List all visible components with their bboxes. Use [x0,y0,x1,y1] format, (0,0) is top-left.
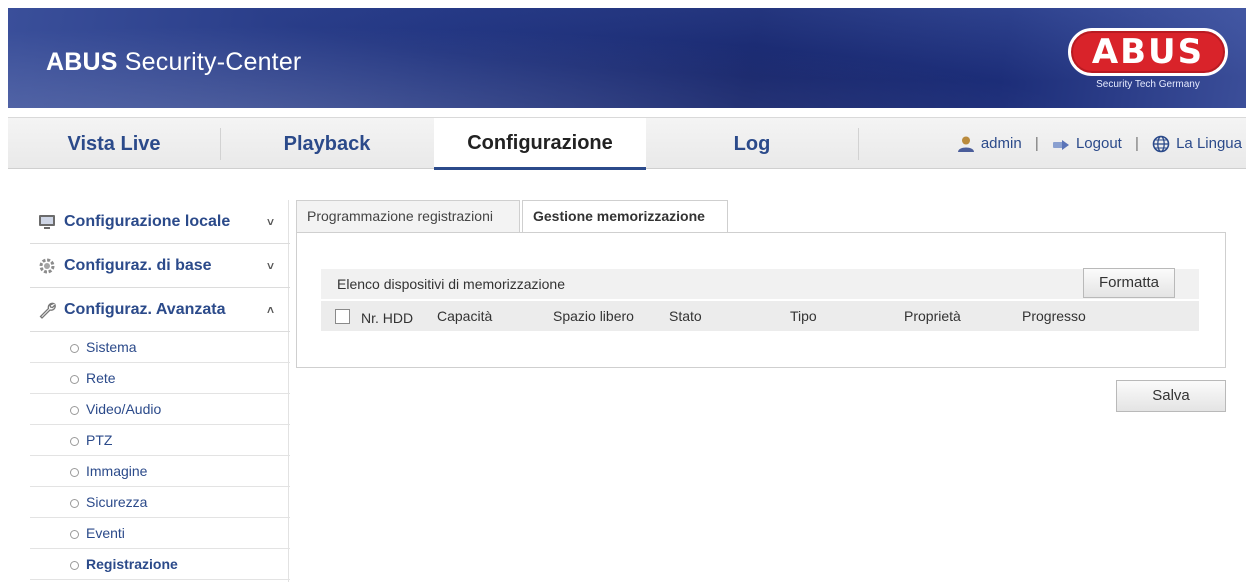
sidebar-item-video-audio[interactable]: Video/Audio [30,394,290,425]
user-link[interactable]: admin [957,118,1022,170]
tab-programmazione-registrazioni[interactable]: Programmazione registrazioni [296,200,520,233]
column-header-stato: Stato [669,308,702,324]
tab-log[interactable]: Log [646,118,858,170]
storage-list-title: Elenco dispositivi di memorizzazione [337,276,565,292]
logout-link[interactable]: Logout [1052,118,1122,170]
sidebar-item-immagine[interactable]: Immagine [30,456,290,487]
logout-label: Logout [1075,135,1122,153]
separator: | [1135,135,1139,153]
app-title-brand: ABUS [46,48,118,76]
column-header-spazio-libero: Spazio libero [553,308,634,324]
format-button[interactable]: Formatta [1083,268,1175,298]
select-all-checkbox[interactable] [335,309,350,324]
save-button[interactable]: Salva [1116,380,1226,412]
sidebar-section-advanced[interactable]: Configuraz. Avanzata ˄ [30,288,290,332]
globe-icon [1152,135,1170,153]
language-link[interactable]: La Lingua [1152,118,1242,170]
sidebar-item-sistema[interactable]: Sistema [30,332,290,363]
gear-icon [39,258,55,274]
column-header-capacita: Capacità [437,308,493,324]
sidebar-section-base[interactable]: Configuraz. di base ˅ [30,244,290,288]
wrench-icon [39,302,56,319]
column-header-nr-hdd: Nr. HDD [361,310,414,326]
logout-icon [1052,140,1069,151]
user-icon [957,136,974,153]
separator: | [1034,135,1039,153]
column-header-tipo: Tipo [790,308,817,324]
sidebar-section-label: Configuraz. di base [64,257,212,274]
sidebar-item-registrazione[interactable]: Registrazione [30,549,290,580]
sidebar-item-sicurezza[interactable]: Sicurezza [30,487,290,518]
user-name: admin [980,135,1022,153]
sidebar-section-local[interactable]: Configurazione locale ˅ [30,200,290,244]
user-menu: admin | Logout | La Lingua [957,118,1242,170]
sidebar-item-eventi[interactable]: Eventi [30,518,290,549]
tab-gestione-memorizzazione[interactable]: Gestione memorizzazione [522,200,728,234]
logo-tagline: Security Tech Germany [1096,79,1200,90]
header-banner: ABUS Security-Center ABUS Security Tech … [8,8,1246,108]
tab-vista-live[interactable]: Vista Live [8,118,220,170]
app-title-text: Security-Center [117,48,302,76]
main-nav: Vista Live Playback Configurazione Log a… [8,117,1246,170]
storage-panel: Elenco dispositivi di memorizzazione For… [296,232,1226,368]
tab-playback[interactable]: Playback [221,118,433,170]
chevron-down-icon: ˅ [266,259,274,273]
sidebar-item-rete[interactable]: Rete [30,363,290,394]
tab-configurazione[interactable]: Configurazione [434,118,646,170]
chevron-down-icon: ˅ [266,215,274,229]
column-header-progresso: Progresso [1022,308,1086,324]
storage-table-header: Nr. HDD Capacità Spazio libero Stato Tip… [321,301,1199,331]
language-label: La Lingua [1176,135,1242,153]
chevron-up-icon: ˄ [266,303,274,317]
sidebar-item-ptz[interactable]: PTZ [30,425,290,456]
sidebar-section-label: Configurazione locale [64,213,231,230]
column-header-proprieta: Proprietà [904,308,961,324]
sidebar-section-label: Configuraz. Avanzata [64,301,226,318]
storage-list-header: Elenco dispositivi di memorizzazione [321,269,1199,299]
monitor-icon [39,215,55,229]
sidebar: Configurazione locale ˅ Configuraz. di b… [30,200,290,582]
logo-mark: ABUS [1068,28,1228,76]
abus-logo: ABUS Security Tech Germany [1064,28,1232,102]
app-title: ABUS Security-Center [46,48,301,77]
nav-divider [858,128,859,160]
